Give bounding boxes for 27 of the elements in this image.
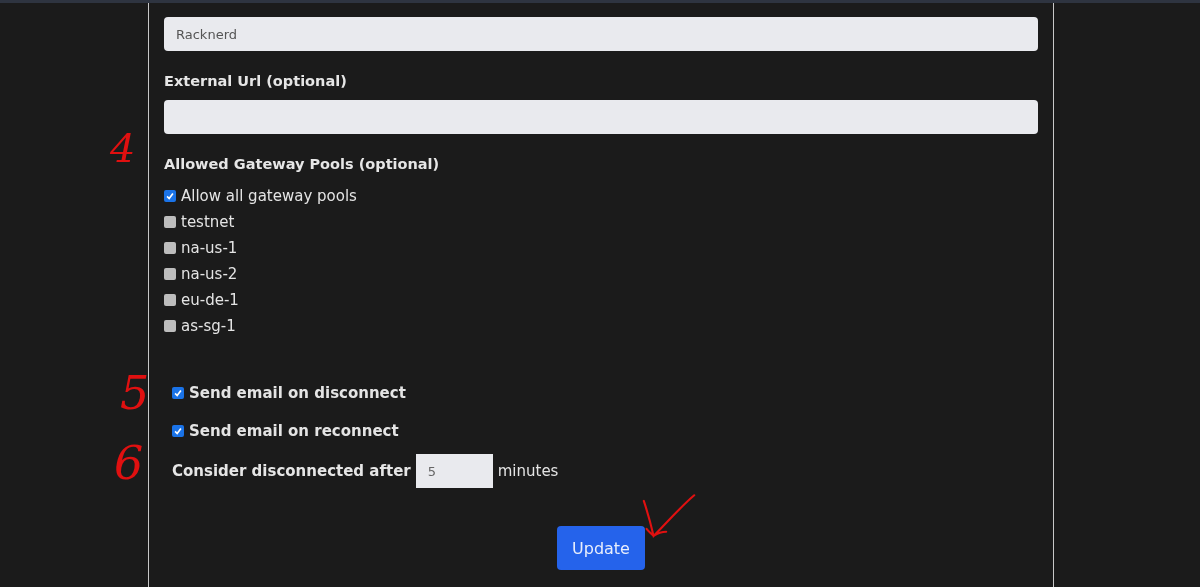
checkbox-label: Send email on disconnect [189, 384, 406, 402]
checkbox[interactable] [164, 294, 176, 306]
checkbox-label: as-sg-1 [181, 317, 236, 335]
checkbox[interactable] [164, 320, 176, 332]
checkbox[interactable] [172, 387, 184, 399]
unit-label: minutes [497, 462, 559, 480]
annotation-number: 5 [120, 370, 150, 416]
checkbox-label: eu-de-1 [181, 291, 239, 309]
checkbox-label: Send email on reconnect [189, 422, 399, 440]
annotation-number: 6 [114, 440, 144, 486]
checkbox[interactable] [164, 190, 176, 202]
checkbox-label: testnet [181, 213, 235, 231]
timeout-label: Consider disconnected after [172, 462, 411, 480]
checkbox[interactable] [164, 268, 176, 280]
minutes-input[interactable]: 5 [415, 454, 493, 488]
update-button[interactable]: Update [557, 526, 645, 570]
name-input[interactable]: Racknerd [164, 17, 1038, 51]
checkbox-label: na-us-1 [181, 239, 238, 257]
field-label: Allowed Gateway Pools (optional) [164, 156, 441, 172]
checkbox[interactable] [164, 242, 176, 254]
checkbox[interactable] [172, 425, 184, 437]
checkbox-label: Allow all gateway pools [181, 187, 357, 205]
url-input[interactable] [164, 100, 1038, 134]
checkbox[interactable] [164, 216, 176, 228]
field-label: External Url (optional) [164, 73, 348, 89]
annotation-number: 4 [110, 128, 136, 168]
checkbox-label: na-us-2 [181, 265, 238, 283]
